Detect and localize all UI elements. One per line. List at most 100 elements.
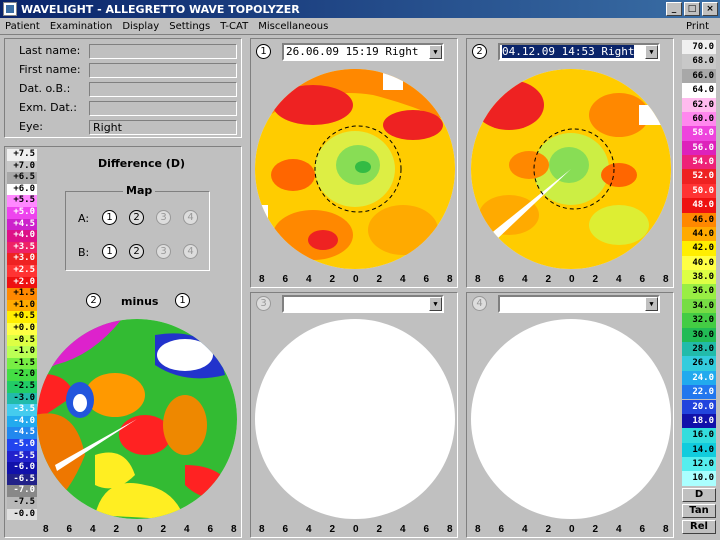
scale-entry: +5.0 xyxy=(7,207,37,219)
first-name-field[interactable] xyxy=(89,63,237,78)
scale-entry: -6.0 xyxy=(7,462,37,474)
menu-settings[interactable]: Settings xyxy=(164,21,215,32)
close-button[interactable]: × xyxy=(702,2,718,16)
scale-entry: -1.0 xyxy=(7,346,37,358)
first-name-label: First name: xyxy=(19,63,81,76)
scale-entry: 60.0 xyxy=(682,111,716,127)
axis-tick-label: 6 xyxy=(498,524,505,535)
view-panel-4: 4 ▼ 8 6 4 2 0 2 4 6 8 xyxy=(466,292,674,538)
scale-entry: +7.5 xyxy=(7,149,37,161)
scale-entry: -1.5 xyxy=(7,357,37,370)
view-1-exam-select[interactable]: 26.06.09 15:19 Right ▼ xyxy=(282,43,444,61)
scale-entry: 28.0 xyxy=(682,341,716,357)
minus-label: minus xyxy=(121,295,159,308)
map-b-button-1[interactable]: 1 xyxy=(102,244,117,259)
last-name-field[interactable] xyxy=(89,44,237,59)
scale-d-button[interactable]: D xyxy=(682,488,716,502)
scale-entry: -4.5 xyxy=(7,427,37,439)
map-a-button-4[interactable]: 4 xyxy=(183,210,198,225)
axis-tick-label: 4 xyxy=(184,524,190,535)
scale-entry: 58.0 xyxy=(682,126,716,141)
scale-rel-button[interactable]: Rel xyxy=(682,520,716,534)
map-label: Map xyxy=(123,184,156,197)
scale-entry: +7.0 xyxy=(7,160,37,173)
scale-entry: 66.0 xyxy=(682,68,716,84)
patient-panel: Last name: First name: Dat. o.B.: Exm. D… xyxy=(4,38,242,138)
map-b-button-3[interactable]: 3 xyxy=(156,244,171,259)
view-4-exam-select[interactable]: ▼ xyxy=(498,295,660,313)
title-bar: WAVELIGHT - ALLEGRETTO WAVE TOPOLYZER _ … xyxy=(0,0,720,18)
scale-entry: 42.0 xyxy=(682,241,716,256)
map-a-button-3[interactable]: 3 xyxy=(156,210,171,225)
view-panel-3: 3 ▼ 8 6 4 2 0 2 4 6 8 xyxy=(250,292,458,538)
scale-tan-button[interactable]: Tan xyxy=(682,504,716,518)
scale-entry: +1.5 xyxy=(7,288,37,300)
axis-tick-label: 8 xyxy=(475,274,481,285)
axis-tick-label: 4 xyxy=(306,274,312,285)
axis-tick-label: 0 xyxy=(137,524,143,535)
scale-entry: 38.0 xyxy=(682,270,716,285)
scale-entry: -4.0 xyxy=(7,415,37,428)
axis-tick-label: 4 xyxy=(90,524,96,535)
scale-entry: +5.5 xyxy=(7,195,37,207)
minus-right-number: 1 xyxy=(175,293,190,308)
menu-patient[interactable]: Patient xyxy=(0,21,45,32)
axis-tick-label: 4 xyxy=(400,274,406,285)
menu-miscellaneous[interactable]: Miscellaneous xyxy=(253,21,333,32)
menu-tcat[interactable]: T-CAT xyxy=(215,21,253,32)
axis-tick-label: 2 xyxy=(329,524,336,535)
curvature-color-scale: 70.0 68.0 66.0 64.0 62.0 60.0 58.0 56.0 54.0 52.0… xyxy=(682,40,716,486)
exam-date-label: Exm. Dat.: xyxy=(19,101,77,114)
scale-entry: -5.5 xyxy=(7,450,37,463)
axis-tick-label: 0 xyxy=(569,524,575,535)
view-2-exam-select[interactable]: 04.12.09 14:53 Right ▼ xyxy=(498,43,660,61)
scale-entry: 20.0 xyxy=(682,399,716,414)
menu-print[interactable]: Print xyxy=(681,21,714,32)
chevron-down-icon[interactable]: ▼ xyxy=(645,45,658,59)
map-b-button-2[interactable]: 2 xyxy=(129,244,144,259)
minimize-button[interactable]: _ xyxy=(666,2,682,16)
axis-tick-label: 6 xyxy=(639,524,646,535)
scale-entry: -0.0 xyxy=(7,508,37,521)
exam-date-field[interactable] xyxy=(89,101,237,116)
dob-field[interactable] xyxy=(89,82,237,97)
axis-tick-label: 2 xyxy=(376,274,383,285)
scale-entry: +6.0 xyxy=(7,183,37,196)
chevron-down-icon[interactable]: ▼ xyxy=(429,297,442,311)
axis-tick-label: 2 xyxy=(113,524,120,535)
maximize-button[interactable]: □ xyxy=(684,2,700,16)
map-a-button-1[interactable]: 1 xyxy=(102,210,117,225)
axis-tick-label: 2 xyxy=(545,274,552,285)
axis-tick-label: 0 xyxy=(569,274,575,285)
axis-tick-label: 6 xyxy=(282,524,289,535)
axis-tick-label: 2 xyxy=(545,524,552,535)
view-4-empty-map xyxy=(471,319,671,519)
map-a-button-2[interactable]: 2 xyxy=(129,210,144,225)
view-2-topography-map xyxy=(471,69,671,269)
axis-tick-label: 6 xyxy=(66,524,73,535)
axis-tick-label: 4 xyxy=(522,274,528,285)
view-1-exam-value: 26.06.09 15:19 Right xyxy=(286,45,419,58)
scale-entry: +0.5 xyxy=(7,311,37,323)
chevron-down-icon[interactable]: ▼ xyxy=(645,297,658,311)
view-1-axis: 8 6 4 2 0 2 4 6 8 xyxy=(253,273,457,287)
view-3-exam-select[interactable]: ▼ xyxy=(282,295,444,313)
axis-tick-label: 4 xyxy=(522,524,528,535)
view-panel-2: 2 04.12.09 14:53 Right ▼ 8 6 4 2 0 2 4 6 8 xyxy=(466,38,674,288)
app-icon[interactable] xyxy=(3,2,17,16)
scale-entry: +3.5 xyxy=(7,241,37,254)
menu-examination[interactable]: Examination xyxy=(45,21,118,32)
scale-entry: +2.0 xyxy=(7,276,37,289)
axis-tick-label: 8 xyxy=(43,524,49,535)
scale-entry: -3.5 xyxy=(7,404,37,416)
menu-display[interactable]: Display xyxy=(117,21,164,32)
scale-entry: 14.0 xyxy=(682,442,716,457)
scale-entry: 34.0 xyxy=(682,298,716,314)
axis-tick-label: 2 xyxy=(160,524,167,535)
scale-entry: -2.5 xyxy=(7,381,37,393)
window-title: WAVELIGHT - ALLEGRETTO WAVE TOPOLYZER xyxy=(21,2,300,16)
chevron-down-icon[interactable]: ▼ xyxy=(429,45,442,59)
map-b-button-4[interactable]: 4 xyxy=(183,244,198,259)
view-2-exam-value: 04.12.09 14:53 Right xyxy=(502,45,635,58)
eye-field[interactable]: Right xyxy=(89,120,237,135)
